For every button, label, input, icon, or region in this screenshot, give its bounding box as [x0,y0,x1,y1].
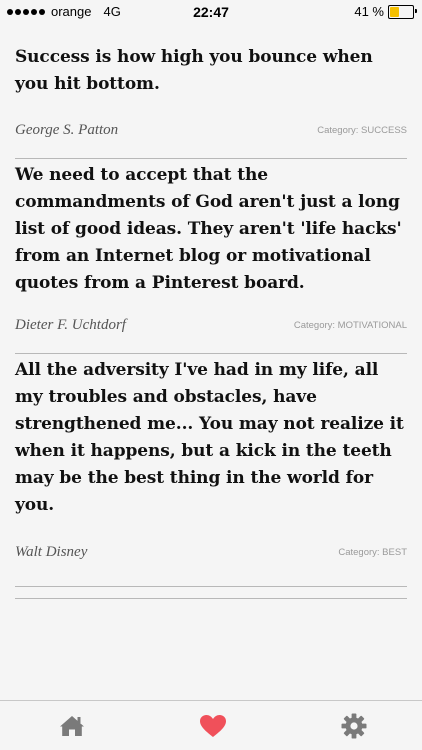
battery-percent: 41 % [354,4,384,19]
quote-card[interactable]: All the adversity I've had in my life, a… [15,354,407,587]
quote-category: Category: SUCCESS [317,124,407,136]
gear-icon [341,713,367,738]
quote-list[interactable]: Success is how high you bounce when you … [15,40,407,599]
quote-category: Category: BEST [338,547,407,558]
quote-card[interactable]: We need to accept that the commandments … [15,159,407,354]
divider [15,598,407,599]
quote-category: Category: MOTIVATIONAL [293,319,407,331]
quote-text: We need to accept that the commandments … [15,165,402,293]
quote-text: Success is how high you bounce when you … [15,47,373,94]
battery-fill [390,6,400,17]
status-bar: orange 4G 22:47 41 % [0,0,422,24]
home-icon [60,715,84,736]
status-right: 41 % [354,4,417,19]
quote-meta: Walt Disney Category: BEST [15,519,407,586]
quote-text: All the adversity I've had in my life, a… [15,360,404,515]
quote-meta: Dieter F. Uchtdorf Category: MOTIVATIONA… [15,297,407,353]
quote-author: Walt Disney [15,544,88,560]
quote-author: George S. Patton [15,121,119,138]
tab-favorites[interactable] [197,710,229,742]
quote-meta: George S. Patton Category: SUCCESS [15,98,407,158]
battery-icon [388,4,417,19]
tab-home[interactable] [56,710,88,742]
quote-card[interactable]: Success is how high you bounce when you … [15,40,407,159]
heart-icon [200,714,226,737]
quote-author: Dieter F. Uchtdorf [15,316,126,333]
tab-settings[interactable] [338,710,370,742]
tab-bar [0,700,422,750]
